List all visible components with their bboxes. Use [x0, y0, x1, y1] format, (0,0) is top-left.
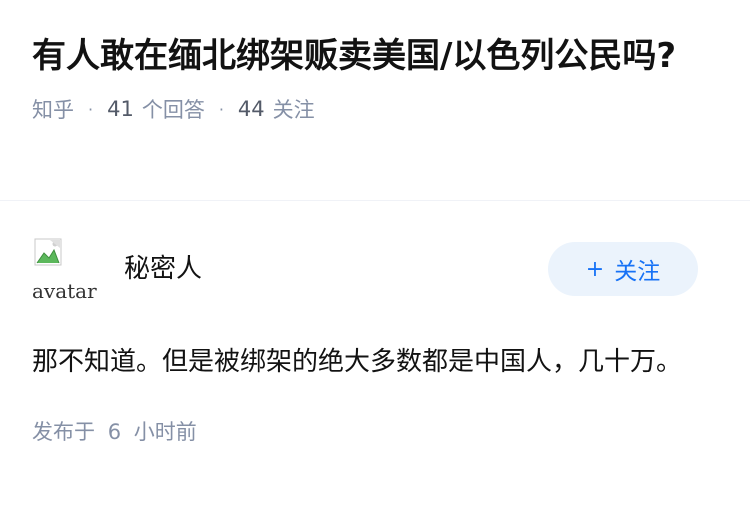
answer-content[interactable]: 那不知道。但是被绑架的绝大多数都是中国人，几十万。 — [32, 336, 702, 388]
follow-button-label: 关注 — [614, 259, 661, 285]
follow-button[interactable]: + 关注 — [548, 242, 698, 296]
author-row: avatar 秘密人 + 关注 — [32, 238, 718, 304]
follower-count-label[interactable]: 关注 — [273, 94, 315, 124]
answer-count-label[interactable]: 个回答 — [142, 94, 205, 124]
meta-separator: · — [218, 99, 224, 119]
plus-icon: + — [585, 256, 605, 282]
published-prefix: 发布于 — [32, 420, 95, 444]
question-header: 有人敢在缅北绑架贩卖美国/以色列公民吗? 知乎 · 41 个回答 · 44 关注 — [32, 30, 712, 127]
section-divider — [0, 200, 750, 201]
published-suffix: 小时前 — [133, 420, 197, 444]
answer-footer: 发布于 6 小时前 — [32, 416, 718, 446]
published-number: 6 — [107, 420, 122, 444]
question-title[interactable]: 有人敢在缅北绑架贩卖美国/以色列公民吗? — [32, 30, 712, 82]
broken-image-icon — [34, 238, 62, 266]
answer-card: avatar 秘密人 + 关注 那不知道。但是被绑架的绝大多数都是中国人，几十万… — [32, 238, 718, 446]
answer-count[interactable]: 41 — [107, 97, 134, 121]
source-label[interactable]: 知乎 — [32, 94, 74, 124]
follower-count[interactable]: 44 — [238, 97, 265, 121]
avatar-alt-text: avatar — [32, 279, 97, 302]
question-meta: 知乎 · 41 个回答 · 44 关注 — [32, 91, 712, 127]
avatar[interactable]: avatar — [32, 238, 100, 302]
meta-separator: · — [88, 99, 94, 119]
author-name[interactable]: 秘密人 — [124, 248, 202, 285]
